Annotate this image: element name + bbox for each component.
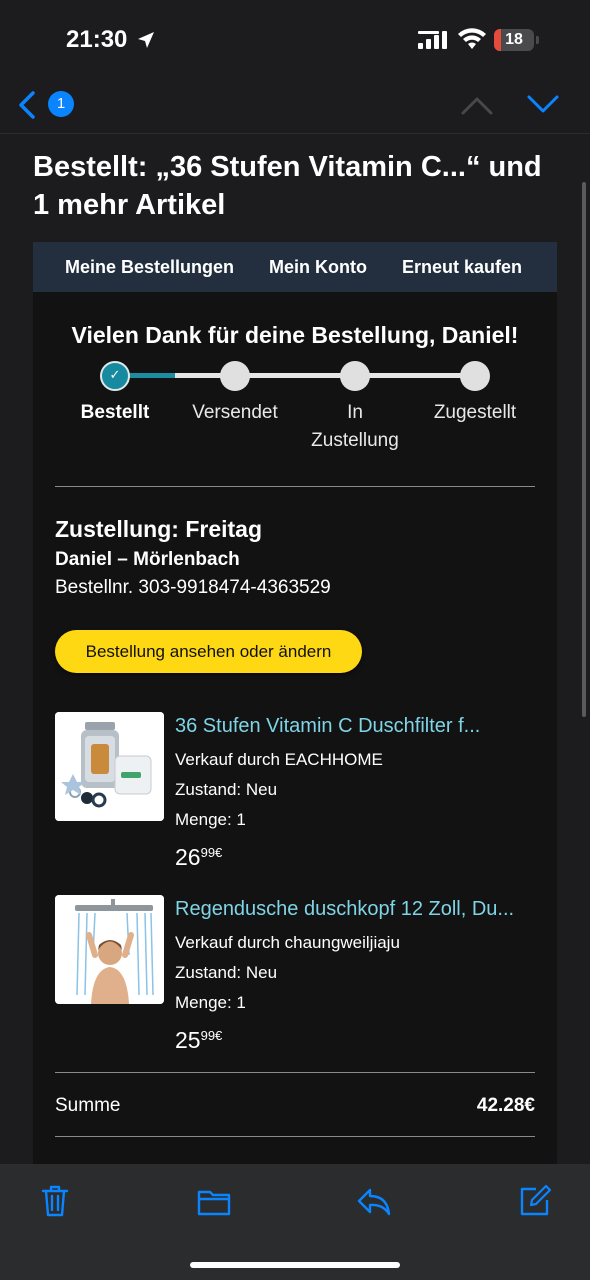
step-dot-out-for-delivery xyxy=(340,361,370,391)
battery-nub xyxy=(536,36,539,44)
checkmark-icon: ✓ xyxy=(109,367,121,382)
thank-you-heading: Vielen Dank für deine Bestellung, Daniel… xyxy=(71,322,519,348)
step-label-delivered: Zugestellt xyxy=(433,402,517,423)
folder-icon[interactable] xyxy=(196,1184,232,1218)
trash-icon[interactable] xyxy=(40,1184,70,1218)
down-chevron-icon[interactable] xyxy=(526,94,560,116)
step-label-out-for-delivery: In Zustellung xyxy=(311,402,399,451)
back-chevron-icon[interactable] xyxy=(16,90,38,120)
item-title-link[interactable]: Regendusche duschkopf 12 Zoll, Du... xyxy=(175,898,535,921)
mail-nav-bar: 1 xyxy=(0,80,590,134)
recipient: Daniel – Mörlenbach xyxy=(55,549,240,570)
product-image-rain-shower[interactable] xyxy=(55,895,164,1004)
step-dot-ordered: ✓ xyxy=(100,361,130,391)
total-value: 42.28€ xyxy=(476,1095,535,1116)
status-bar: 21:30 18 xyxy=(0,0,590,80)
item-condition: Zustand: Neu xyxy=(175,963,278,982)
order-item: 36 Stufen Vitamin C Duschfilter f... Ver… xyxy=(55,712,535,882)
link-my-orders[interactable]: Meine Bestellungen xyxy=(65,257,234,278)
location-arrow-icon xyxy=(138,32,154,48)
order-number: Bestellnr. 303-9918474-4363529 xyxy=(55,577,331,598)
order-item: Regendusche duschkopf 12 Zoll, Du... Ver… xyxy=(55,895,535,1065)
price-fraction: 99€ xyxy=(200,1028,223,1043)
rain-shower-image xyxy=(55,895,164,1004)
delivery-date: Zustellung: Freitag xyxy=(55,516,262,542)
step-dot-delivered xyxy=(460,361,490,391)
step-label-shipped: Versendet xyxy=(192,402,278,423)
email-subject: Bestellt: „36 Stufen Vitamin C...“ und 1… xyxy=(33,151,542,221)
price-fraction: 99€ xyxy=(200,845,223,860)
compose-icon[interactable] xyxy=(518,1184,552,1218)
clock: 21:30 xyxy=(66,26,128,53)
divider xyxy=(55,1136,535,1137)
link-my-account[interactable]: Mein Konto xyxy=(269,257,367,278)
item-condition: Zustand: Neu xyxy=(175,780,278,799)
view-or-edit-order-button[interactable]: Bestellung ansehen oder ändern xyxy=(55,630,362,673)
item-price: 2599€ xyxy=(175,1027,222,1054)
unread-count-badge[interactable]: 1 xyxy=(48,91,74,117)
scroll-indicator[interactable] xyxy=(582,182,586,717)
product-image-shower-filter[interactable] xyxy=(55,712,164,821)
signal-icon xyxy=(418,31,447,49)
shower-filter-image xyxy=(55,712,164,821)
home-indicator[interactable] xyxy=(190,1262,400,1268)
price-whole: 26 xyxy=(175,844,201,870)
up-chevron-icon[interactable] xyxy=(460,94,494,116)
account-link-bar: Meine Bestellungen Mein Konto Erneut kau… xyxy=(33,242,557,292)
item-price: 2699€ xyxy=(175,844,222,871)
item-quantity: Menge: 1 xyxy=(175,810,246,829)
item-title-link[interactable]: 36 Stufen Vitamin C Duschfilter f... xyxy=(175,715,535,738)
battery-level: 18 xyxy=(505,31,523,48)
step-dot-shipped xyxy=(220,361,250,391)
item-seller: Verkauf durch EACHHOME xyxy=(175,750,383,769)
total-label: Summe xyxy=(55,1095,121,1116)
email-body: Meine Bestellungen Mein Konto Erneut kau… xyxy=(33,242,557,1182)
battery-icon: 18 xyxy=(494,29,534,51)
item-quantity: Menge: 1 xyxy=(175,993,246,1012)
divider xyxy=(55,486,535,487)
link-buy-again[interactable]: Erneut kaufen xyxy=(402,257,522,278)
step-label-ordered: Bestellt xyxy=(80,402,150,423)
reply-icon[interactable] xyxy=(356,1184,392,1218)
price-whole: 25 xyxy=(175,1027,201,1053)
divider xyxy=(55,1072,535,1073)
item-seller: Verkauf durch chaungweiljiaju xyxy=(175,933,400,952)
wifi-icon xyxy=(458,28,486,49)
